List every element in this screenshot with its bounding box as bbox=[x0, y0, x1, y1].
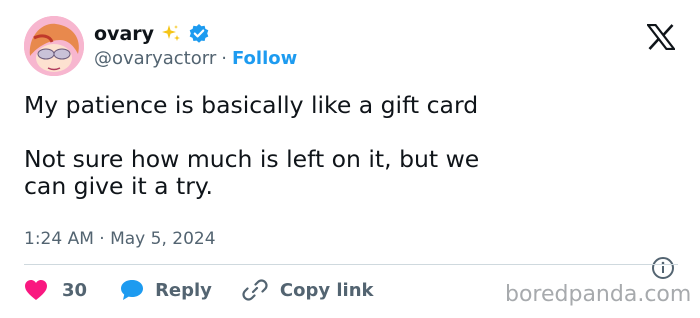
display-name[interactable]: ovary bbox=[94, 21, 154, 47]
follow-button[interactable]: Follow bbox=[232, 47, 297, 71]
tweet-line: can give it a try. bbox=[24, 172, 213, 200]
heart-icon bbox=[25, 280, 47, 300]
info-icon[interactable] bbox=[651, 256, 675, 280]
reply-label: Reply bbox=[155, 279, 212, 301]
separator-dot: · bbox=[221, 48, 227, 69]
tweet-line: Not sure how much is left on it, but we bbox=[24, 145, 480, 173]
author-handle-row: @ovaryactorr · Follow bbox=[94, 47, 297, 71]
tweet-line: My patience is basically like a gift car… bbox=[24, 91, 479, 119]
author-handle[interactable]: @ovaryactorr bbox=[94, 47, 216, 71]
avatar[interactable] bbox=[24, 16, 84, 76]
copy-link-button[interactable]: Copy link bbox=[242, 277, 374, 303]
sparkles-icon bbox=[160, 23, 182, 45]
copy-link-label: Copy link bbox=[279, 279, 374, 301]
tweet-text: My patience is basically like a gift car… bbox=[24, 92, 664, 200]
like-count: 30 bbox=[62, 279, 88, 301]
verified-icon bbox=[188, 23, 210, 45]
reply-button[interactable]: Reply bbox=[119, 278, 242, 302]
author-name-row: ovary bbox=[94, 21, 210, 47]
link-icon bbox=[242, 279, 268, 301]
action-bar: 30 Reply Copy link bbox=[24, 276, 374, 304]
reply-bubble-icon bbox=[121, 280, 144, 300]
like-button[interactable]: 30 bbox=[24, 279, 119, 301]
divider bbox=[24, 264, 678, 265]
watermark: boredpanda.com bbox=[505, 282, 692, 307]
x-logo-icon[interactable] bbox=[645, 23, 677, 51]
tweet-timestamp[interactable]: 1:24 AM · May 5, 2024 bbox=[24, 228, 216, 250]
